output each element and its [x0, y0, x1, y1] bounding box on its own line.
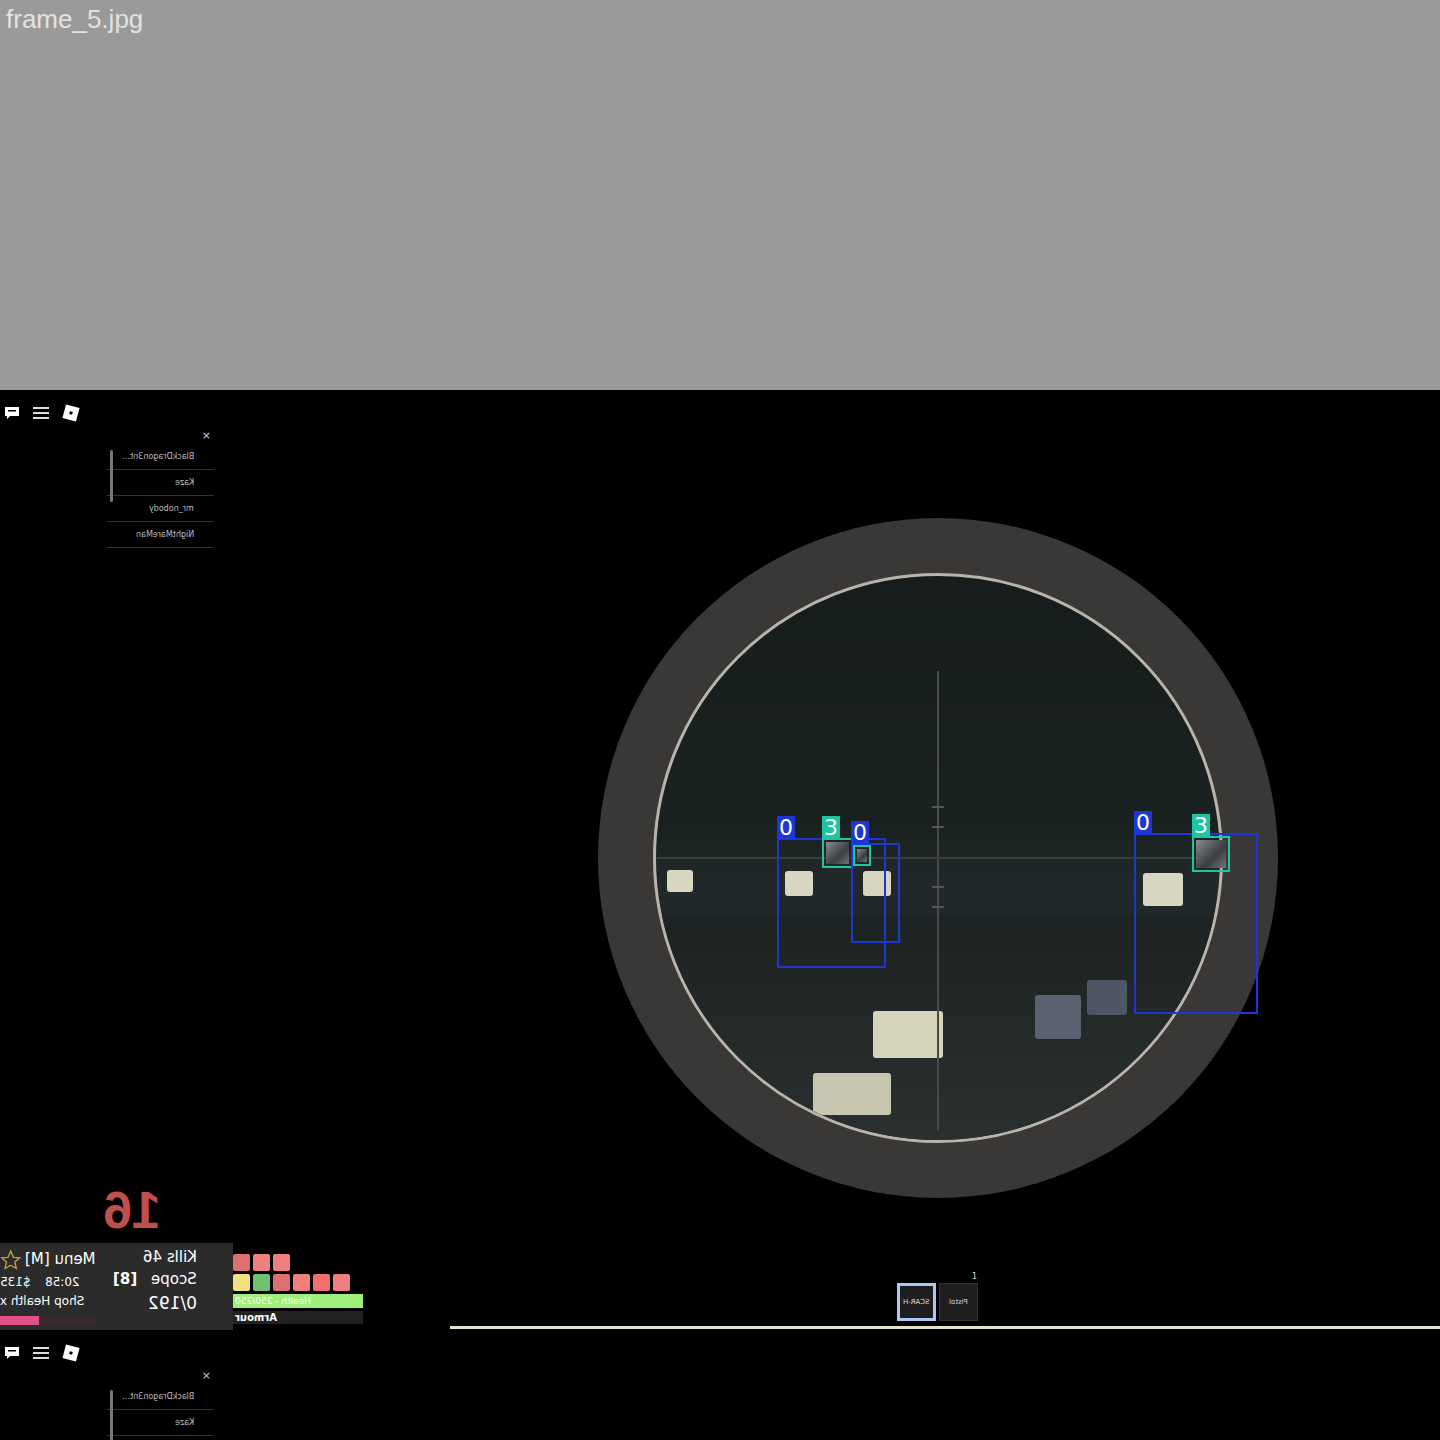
detection-box: 3: [822, 838, 853, 868]
star-icon: [0, 1249, 21, 1271]
perk-row: [233, 1254, 363, 1271]
hotbar: SCAR-H1Pistol: [897, 1283, 978, 1321]
kills-line: Kills 46: [143, 1249, 197, 1266]
perk-icon: [273, 1254, 290, 1271]
crosshair-tick: [932, 906, 944, 908]
player-row[interactable]: Kaze: [107, 470, 214, 496]
player-list: × BlackDragon3nt…Kazemr_nobodyNightMareMa…: [107, 430, 214, 548]
detection-box: 3: [1192, 836, 1230, 872]
detection-label: 0: [777, 816, 795, 840]
scene-block: [873, 1011, 943, 1058]
perk-icon: [233, 1254, 250, 1271]
shop-line[interactable]: Shop Health x: [0, 1295, 96, 1309]
scope-line: [8]Scope: [113, 1271, 197, 1288]
close-button[interactable]: ×: [202, 1370, 214, 1382]
top-bar: [4, 1344, 80, 1362]
item-icon: [233, 1274, 250, 1291]
scene-block: [785, 871, 813, 896]
money-line: $13520:58: [0, 1276, 96, 1290]
scene-block: [1035, 995, 1081, 1039]
item-row: [233, 1274, 363, 1291]
hud-panel: Menu [M] $13520:58 Shop Health x Kills 46 [8…: [0, 1243, 233, 1330]
game-view: × BlackDragon3nt…Kazemr_nobodyNightMareMa…: [0, 390, 1440, 1330]
armour-bar: [0, 1316, 96, 1325]
scope-lens: [653, 573, 1223, 1143]
scene-block: [813, 1073, 891, 1115]
scroll-bar[interactable]: [110, 1390, 113, 1440]
detection-label: 3: [1192, 814, 1210, 838]
head-crop: [826, 842, 849, 864]
scene-block: [667, 870, 693, 892]
crosshair-tick: [932, 826, 944, 828]
item-icon: [313, 1274, 330, 1291]
close-button[interactable]: ×: [202, 430, 214, 442]
player-rows: BlackDragon3nt…Kazemr_nobodyNightMareMan: [107, 444, 214, 548]
menu-line[interactable]: Menu [M]: [0, 1249, 96, 1271]
detection-label: 3: [822, 816, 840, 840]
status-hud: Health - 250/250 Armour: [233, 1254, 363, 1324]
label-band: frame_5.jpg: [0, 0, 1440, 390]
reserve-ammo: 0/192: [148, 1294, 197, 1314]
repeat-strip: × BlackDragon3nt…Kaze: [0, 1330, 1440, 1440]
chat-icon[interactable]: [4, 405, 20, 421]
detection-box: [853, 845, 871, 866]
hotbar-slot[interactable]: 1Pistol: [939, 1283, 978, 1321]
menu-icon[interactable]: [33, 406, 49, 420]
head-crop: [857, 849, 867, 862]
page: frame_5.jpg×BlackDragon3nt…Kazemr_nobody…: [0, 0, 1440, 1440]
item-icon: [253, 1274, 270, 1291]
player-row[interactable]: Kaze: [107, 1410, 214, 1436]
detection-label: 0: [851, 821, 869, 845]
player-row[interactable]: NightMareMan: [107, 522, 214, 548]
chat-icon[interactable]: [4, 1345, 20, 1361]
armour-label: Armour: [233, 1311, 363, 1324]
roblox-logo-icon[interactable]: [62, 404, 80, 422]
ammo-counter: 16: [103, 1180, 161, 1240]
scene-block: [863, 871, 891, 896]
progress-line: [450, 1326, 1440, 1329]
player-rows: BlackDragon3nt…Kaze: [107, 1384, 214, 1436]
crosshair-tick: [932, 806, 944, 808]
menu-icon[interactable]: [33, 1346, 49, 1360]
head-crop: [1196, 840, 1226, 868]
top-bar: [4, 404, 80, 422]
player-row[interactable]: BlackDragon3nt…: [107, 444, 214, 470]
player-row[interactable]: BlackDragon3nt…: [107, 1384, 214, 1410]
health-bar: Health - 250/250: [233, 1294, 363, 1308]
hud-right: Kills 46 [8]Scope 0/192: [100, 1249, 233, 1326]
slot-key: 1: [972, 1272, 977, 1281]
scope: [598, 518, 1278, 1198]
scroll-bar[interactable]: [110, 450, 113, 502]
roblox-logo-icon[interactable]: [62, 1344, 80, 1362]
item-icon: [273, 1274, 290, 1291]
item-icon: [333, 1274, 350, 1291]
scene-block: [1087, 980, 1127, 1015]
item-icon: [293, 1274, 310, 1291]
player-row[interactable]: mr_nobody: [107, 496, 214, 522]
hud-left: Menu [M] $13520:58 Shop Health x: [0, 1249, 100, 1326]
detection-label: 0: [1134, 811, 1152, 835]
frame-label: frame_5.jpg: [6, 4, 1434, 35]
perk-icon: [253, 1254, 270, 1271]
crosshair-vertical: [937, 671, 939, 1130]
hotbar-slot[interactable]: SCAR-H: [897, 1283, 936, 1321]
player-list: × BlackDragon3nt…Kaze: [107, 1370, 214, 1436]
scene-block: [1143, 873, 1183, 906]
crosshair-tick: [932, 886, 944, 888]
